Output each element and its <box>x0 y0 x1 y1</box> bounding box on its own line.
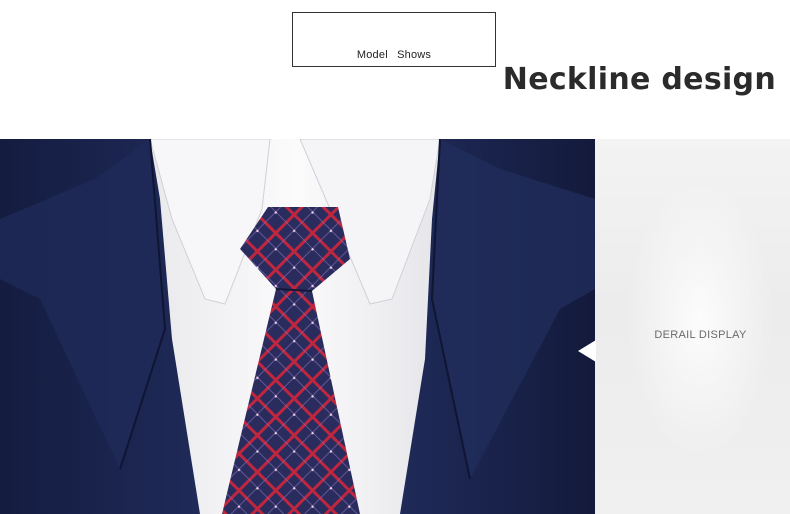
product-photo <box>0 139 595 514</box>
model-shows-label: Model Shows <box>356 49 432 61</box>
detail-side-panel: DERAIL DISPLAY <box>595 139 790 514</box>
arrow-pointer-icon <box>578 340 596 362</box>
section-heading: Neckline design <box>502 62 776 97</box>
panel-glow <box>625 179 775 459</box>
model-shows-box: Model Shows <box>292 12 496 67</box>
detail-display-label: DERAIL DISPLAY <box>654 329 747 341</box>
